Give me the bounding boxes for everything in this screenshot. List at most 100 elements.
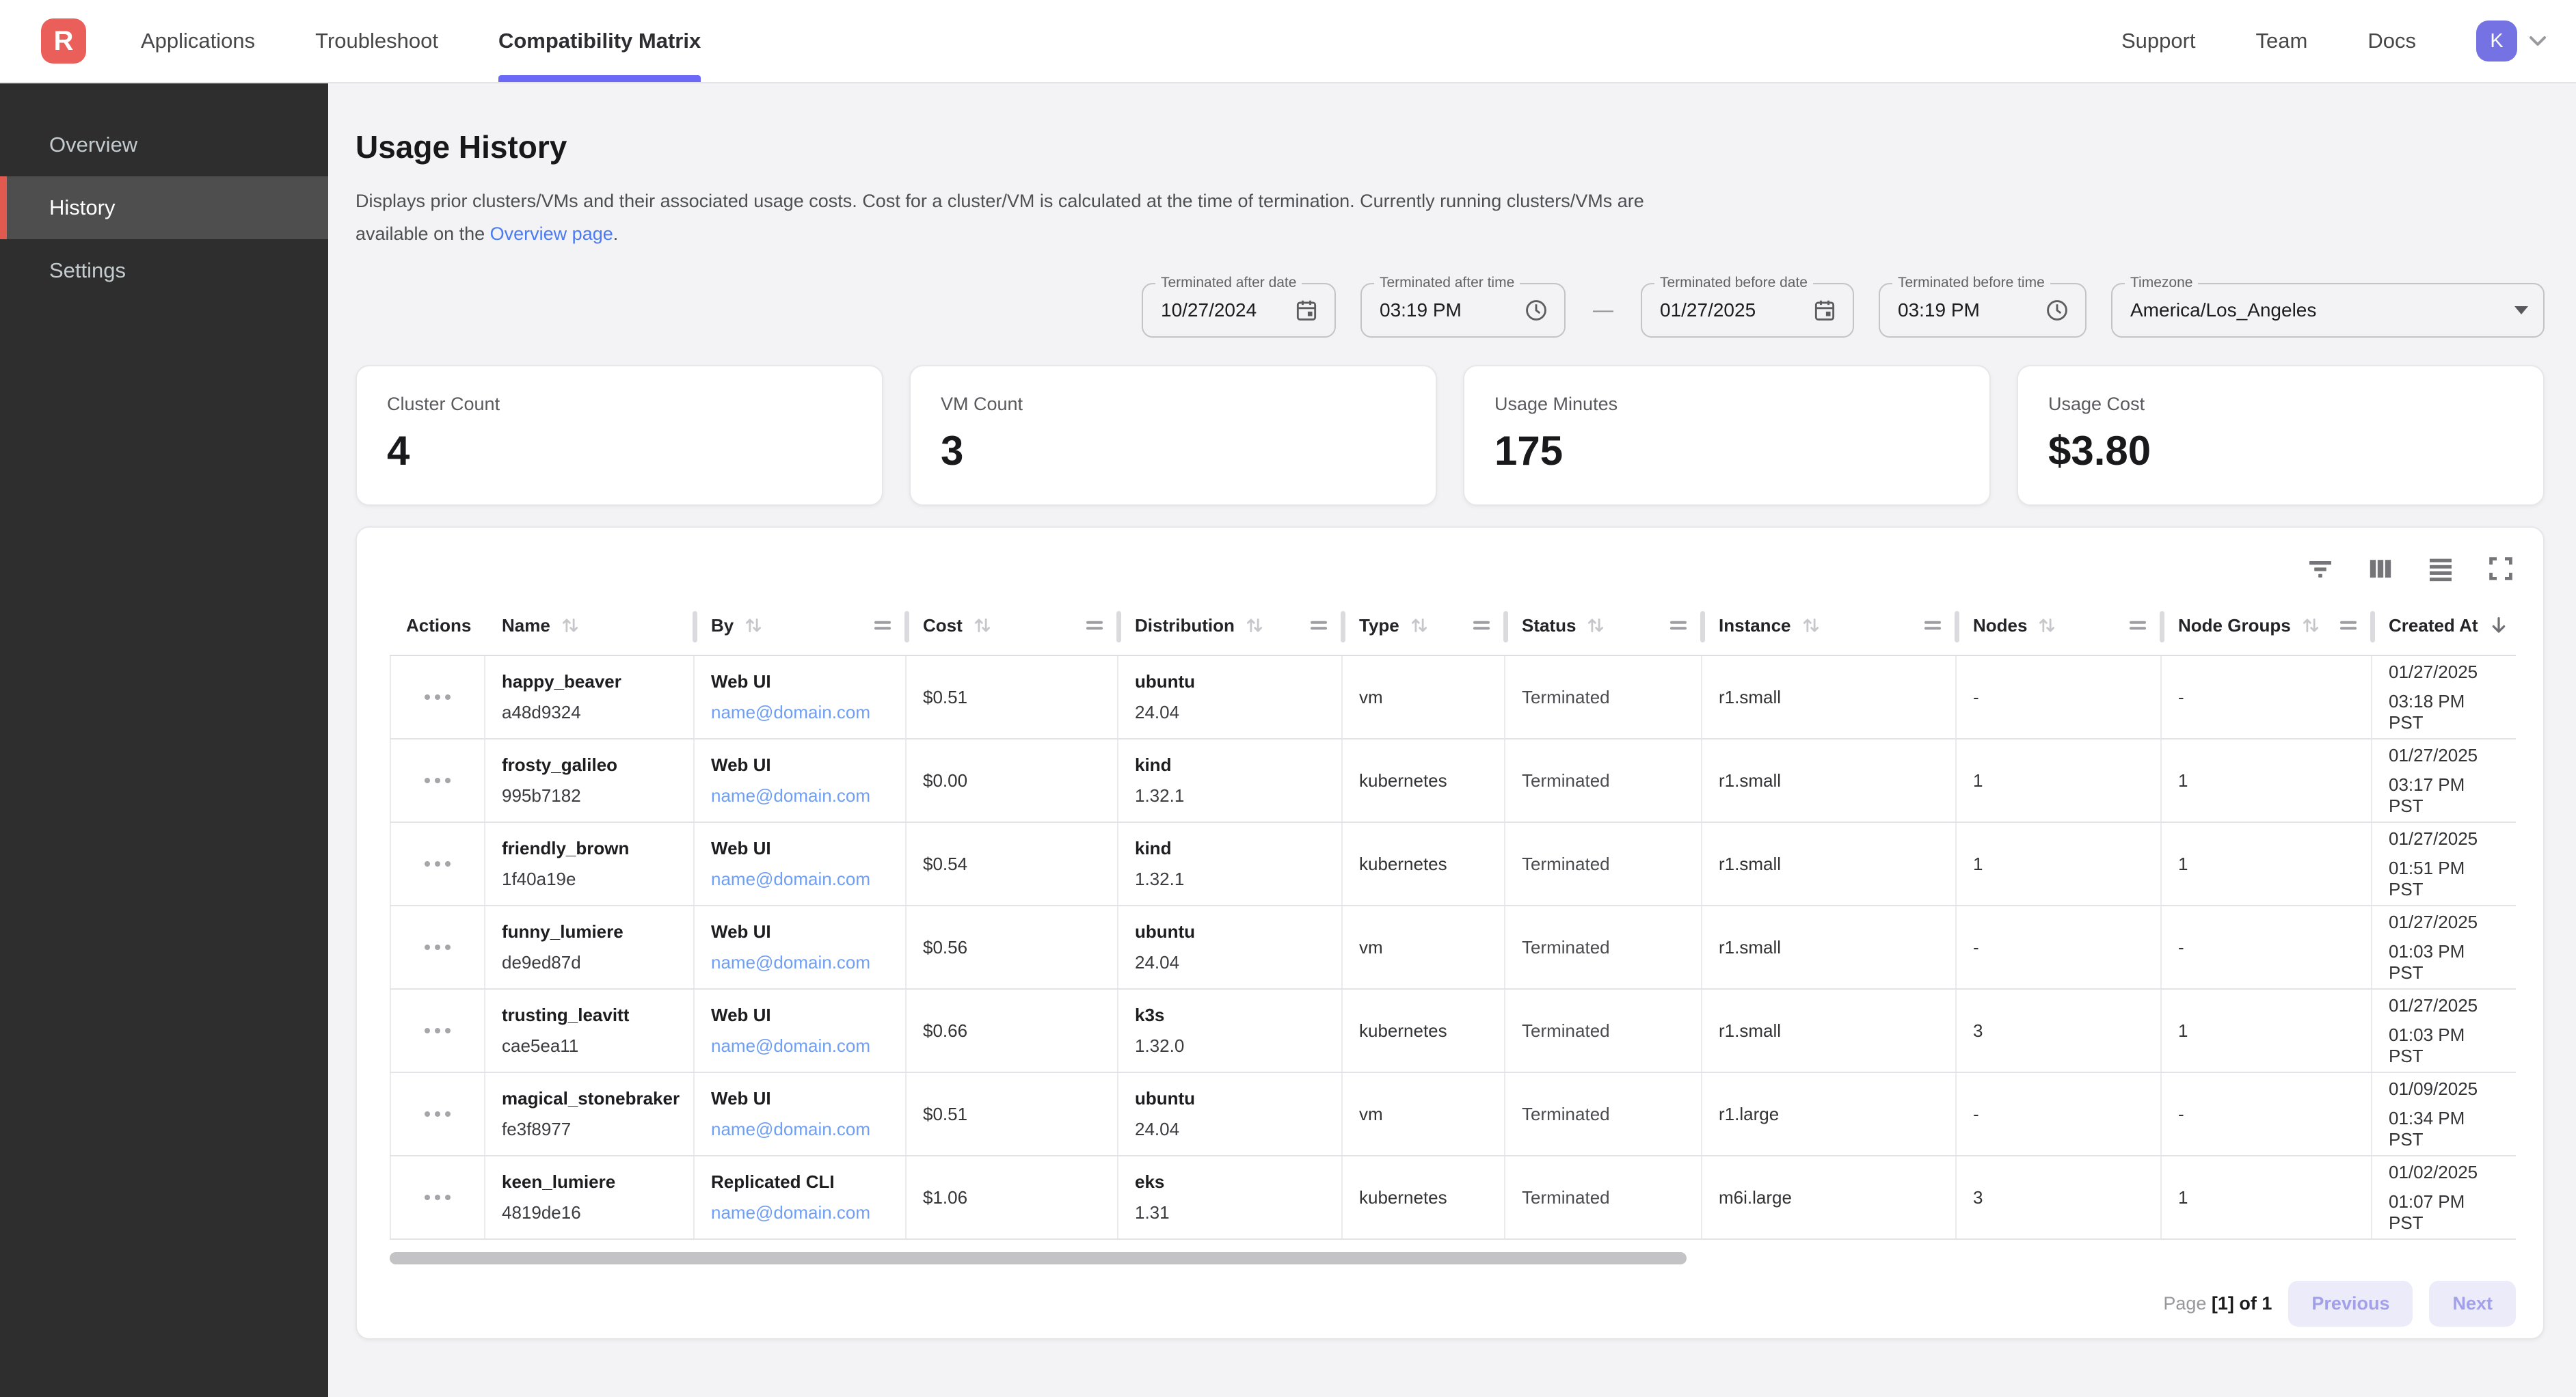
email-link[interactable]: name@domain.com [711,1035,889,1057]
sort-icon[interactable] [2037,615,2057,636]
sort-icon[interactable] [560,615,580,636]
stat-value: 175 [1494,427,1959,474]
density-icon[interactable] [2426,554,2456,584]
row-actions-button[interactable] [390,740,485,822]
terminated-before-time-field[interactable]: Terminated before time 03:19 PM [1879,283,2087,338]
sort-icon[interactable] [743,615,764,636]
email-link[interactable]: name@domain.com [711,702,889,723]
terminated-after-date-field[interactable]: Terminated after date 10/27/2024 [1142,283,1336,338]
stat-label: Usage Minutes [1494,394,1959,415]
calendar-icon[interactable] [1293,297,1319,323]
column-label: Created At [2389,615,2478,636]
row-actions-button[interactable] [390,990,485,1072]
sort-icon[interactable] [1585,615,1606,636]
avatar[interactable]: K [2476,21,2517,62]
sort-icon[interactable] [1801,615,1821,636]
next-page-button[interactable]: Next [2429,1281,2516,1327]
filter-icon[interactable] [2305,554,2335,584]
column-header-distribution[interactable]: Distribution [1118,596,1343,655]
cell-cost: $0.56 [907,906,1118,988]
clock-icon[interactable] [2044,297,2070,323]
column-menu-icon[interactable] [1924,618,1942,633]
cell-instance: r1.small [1702,656,1957,738]
column-label: Actions [406,615,471,636]
column-label: Distribution [1135,615,1235,636]
stat-label: VM Count [941,394,1406,415]
cell-instance: r1.small [1702,740,1957,822]
sort-icon[interactable] [1244,615,1265,636]
sort-icon[interactable] [1409,615,1430,636]
column-header-nodes[interactable]: Nodes [1957,596,2162,655]
column-header-type[interactable]: Type [1343,596,1505,655]
row-actions-button[interactable] [390,906,485,988]
column-menu-icon[interactable] [2339,618,2357,633]
email-link[interactable]: name@domain.com [711,1202,889,1223]
column-menu-icon[interactable] [1669,618,1687,633]
terminated-after-time-field[interactable]: Terminated after time 03:19 PM [1360,283,1566,338]
pagination: Page [1] of 1 Previous Next [390,1281,2516,1327]
table-row: frosty_galileo995b7182Web UIname@domain.… [390,740,2516,823]
column-label: By [711,615,734,636]
cell-type: kubernetes [1343,823,1505,905]
column-menu-icon[interactable] [1086,618,1103,633]
column-menu-icon[interactable] [2129,618,2147,633]
cell-distribution: ubuntu24.04 [1118,1073,1343,1155]
timezone-select[interactable]: Timezone America/Los_Angeles [2111,283,2545,338]
sidebar-item-overview[interactable]: Overview [0,113,328,176]
cell-by: Web UIname@domain.com [695,1073,907,1155]
email-link[interactable]: name@domain.com [711,785,889,806]
dropdown-arrow-icon[interactable] [2514,306,2528,314]
field-value: 10/27/2024 [1161,299,1283,321]
tab-applications[interactable]: Applications [141,0,255,82]
columns-icon[interactable] [2365,554,2396,584]
cell-type: kubernetes [1343,990,1505,1072]
replicated-logo[interactable]: R [41,18,86,64]
column-header-created-at[interactable]: Created At [2372,596,2516,655]
tab-compatibility-matrix[interactable]: Compatibility Matrix [498,0,701,82]
calendar-icon[interactable] [1812,297,1838,323]
previous-page-button[interactable]: Previous [2288,1281,2413,1327]
scrollbar-thumb[interactable] [390,1252,1687,1264]
terminated-before-date-field[interactable]: Terminated before date 01/27/2025 [1641,283,1854,338]
usage-table-card: Actions Name By Cost Distribution TypeStatusI… [355,526,2545,1340]
column-header-node-groups[interactable]: Node Groups [2162,596,2372,655]
column-header-by[interactable]: By [695,596,907,655]
row-actions-button[interactable] [390,1073,485,1155]
tab-troubleshoot[interactable]: Troubleshoot [315,0,438,82]
column-header-status[interactable]: Status [1505,596,1702,655]
column-header-actions[interactable]: Actions [390,596,485,655]
clock-icon[interactable] [1523,297,1549,323]
cell-by: Web UIname@domain.com [695,823,907,905]
stat-card-usage-minutes: Usage Minutes 175 [1463,365,1991,506]
cell-instance: r1.small [1702,823,1957,905]
row-actions-button[interactable] [390,1156,485,1238]
stat-cards: Cluster Count 4 VM Count 3 Usage Minutes… [355,365,2545,506]
row-actions-button[interactable] [390,656,485,738]
column-header-instance[interactable]: Instance [1702,596,1957,655]
email-link[interactable]: name@domain.com [711,869,889,890]
nav-link-support[interactable]: Support [2121,29,2196,53]
email-link[interactable]: name@domain.com [711,952,889,973]
sidebar-item-history[interactable]: History [0,176,328,239]
email-link[interactable]: name@domain.com [711,1119,889,1140]
sidebar-item-settings[interactable]: Settings [0,239,328,302]
sort-icon[interactable] [972,615,993,636]
column-header-name[interactable]: Name [485,596,695,655]
column-menu-icon[interactable] [1473,618,1490,633]
nav-link-docs[interactable]: Docs [2367,29,2416,53]
overview-page-link[interactable]: Overview page [490,223,613,244]
column-header-cost[interactable]: Cost [907,596,1118,655]
nav-link-team[interactable]: Team [2256,29,2308,53]
sort-icon[interactable] [2300,615,2321,636]
cell-instance: r1.small [1702,990,1957,1072]
account-menu[interactable]: K [2476,21,2551,62]
fullscreen-icon[interactable] [2486,554,2516,584]
sort-desc-icon[interactable] [2488,614,2510,636]
cell-type: vm [1343,1073,1505,1155]
primary-tabs: Applications Troubleshoot Compatibility … [141,0,701,82]
cell-nodes: - [1957,906,2162,988]
column-menu-icon[interactable] [874,618,891,633]
row-actions-button[interactable] [390,823,485,905]
page-description: Displays prior clusters/VMs and their as… [355,185,1648,250]
column-menu-icon[interactable] [1310,618,1328,633]
